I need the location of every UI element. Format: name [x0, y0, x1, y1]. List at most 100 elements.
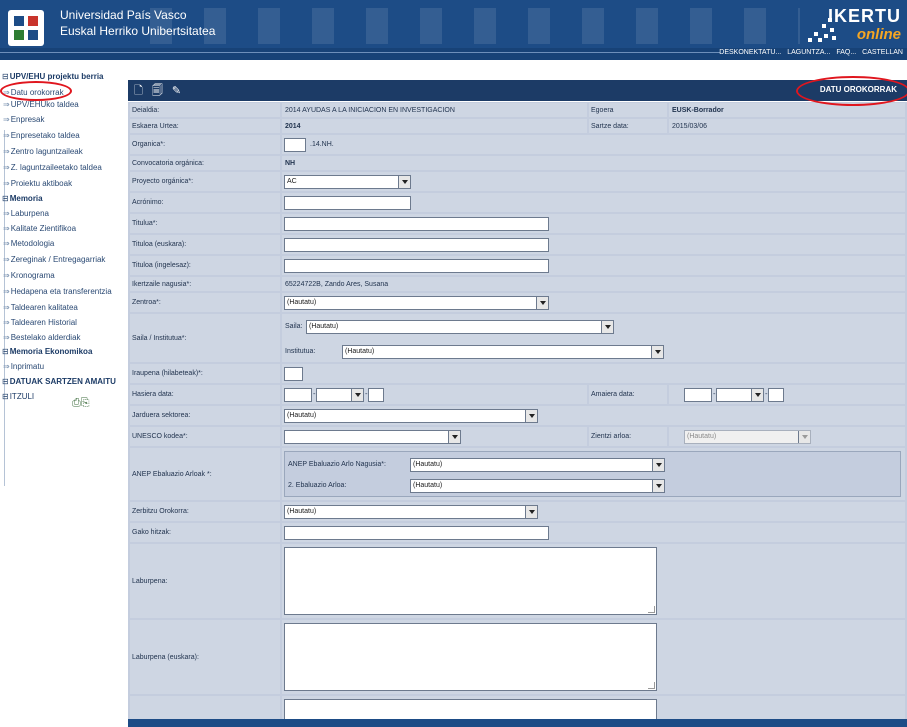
- acronimo-input[interactable]: [284, 196, 411, 210]
- laburpena-eu-textarea[interactable]: [284, 623, 657, 691]
- proyecto-select[interactable]: AC: [284, 175, 411, 189]
- print-icon[interactable]: ⎙⎘: [72, 397, 90, 410]
- sidebar-group-project[interactable]: UPV/EHU projektu berria: [2, 72, 104, 81]
- proyecto-select-value: AC: [287, 178, 297, 185]
- row-gako: Gako hitzak:: [130, 523, 905, 542]
- zentroa-select[interactable]: (Hautatu): [284, 296, 549, 310]
- general-data-form: Deialdia: 2014 AYUDAS A LA INICIACION EN…: [128, 102, 907, 727]
- unesco-select[interactable]: [284, 430, 461, 444]
- header-banner: Universidad País Vasco Euskal Herriko Un…: [0, 0, 907, 60]
- link-disconnect[interactable]: DESKONEKTATU...: [719, 49, 781, 56]
- institutua-select[interactable]: (Hautatu): [342, 345, 664, 359]
- page-root: Universidad País Vasco Euskal Herriko Un…: [0, 0, 907, 727]
- zientzi-select-value: (Hautatu): [687, 433, 717, 440]
- edit-icon[interactable]: ✎: [172, 84, 181, 97]
- new-doc-icon[interactable]: 🗋: [134, 84, 143, 97]
- label-proyecto: Proyecto orgánica*:: [130, 172, 280, 191]
- toolbar: 🗋 🗐 ✎ DATU OROKORRAK: [128, 80, 907, 101]
- value-sartze-data: 2015/03/06: [669, 119, 905, 133]
- amaiera-day-input[interactable]: [684, 388, 712, 402]
- amaiera-year-input[interactable]: [768, 388, 784, 402]
- titulua-input[interactable]: [284, 217, 549, 231]
- sidebar-item-kalitate[interactable]: Kalitate Zientifikoa: [3, 224, 76, 233]
- anep-nagusia-select[interactable]: (Hautatu): [410, 458, 665, 472]
- amaiera-month-select[interactable]: [716, 388, 764, 402]
- anep-2-label: 2. Ebaluazio Arloa:: [288, 482, 347, 489]
- brand-title: IKERTU: [828, 6, 901, 26]
- sidebar-group-memoria[interactable]: Memoria: [2, 194, 43, 203]
- sidebar-item-hedapena[interactable]: Hedapena eta transferentzia: [3, 287, 112, 296]
- row-deialdia: Deialdia: 2014 AYUDAS A LA INICIACION EN…: [130, 103, 905, 117]
- save-doc-icon[interactable]: 🗐: [152, 84, 163, 97]
- label-zentroa: Zentroa*:: [130, 293, 280, 312]
- zerbitzu-select-value: (Hautatu): [287, 508, 317, 515]
- sidebar-item-kronograma[interactable]: Kronograma: [3, 271, 55, 280]
- label-iraupena: Iraupena (hilabeteak)*:: [130, 364, 280, 383]
- anep-2-select[interactable]: (Hautatu): [410, 479, 665, 493]
- sidebar-group-datuak-sartzen[interactable]: DATUAK SARTZEN AMAITU: [2, 377, 116, 386]
- hasiera-day-input[interactable]: [284, 388, 312, 402]
- chevron-down-icon: [525, 506, 537, 518]
- chevron-down-icon: [525, 410, 537, 422]
- jarduera-select[interactable]: (Hautatu): [284, 409, 538, 423]
- row-laburpena: Laburpena:: [130, 544, 905, 618]
- label-titulua: Titulua*:: [130, 214, 280, 233]
- row-anep: ANEP Ebaluazio Arloak *: ANEP Ebaluazio …: [130, 448, 905, 500]
- label-organica: Organica*:: [130, 135, 280, 154]
- zerbitzu-select[interactable]: (Hautatu): [284, 505, 538, 519]
- iraupena-input[interactable]: [284, 367, 303, 381]
- zientzi-select[interactable]: (Hautatu): [684, 430, 811, 444]
- sidebar-item-laburpena[interactable]: Laburpena: [3, 209, 49, 218]
- gako-input[interactable]: [284, 526, 549, 540]
- laburpena-textarea[interactable]: [284, 547, 657, 615]
- chevron-down-icon: [398, 176, 410, 188]
- toolbar-icons: 🗋 🗐 ✎: [134, 82, 190, 101]
- sidebar-item-z-laguntzaileetako[interactable]: Z. laguntzaileetako taldea: [3, 163, 102, 172]
- link-language[interactable]: CASTELLAN: [862, 49, 903, 56]
- row-organica: Organica*: .14.NH.: [130, 135, 905, 154]
- sidebar-item-zentro-laguntzaileak[interactable]: Zentro laguntzaileak: [3, 147, 83, 156]
- sidebar-item-proiektu-aktiboak[interactable]: Proiektu aktiboak: [3, 179, 72, 188]
- sidebar-itzuli[interactable]: ITZULI: [2, 392, 34, 401]
- sidebar-item-enpresetako-taldea[interactable]: Enpresetako taldea: [3, 131, 80, 140]
- label-tituloa-eu: Tituloa (euskara):: [130, 235, 280, 254]
- anep-2-value: (Hautatu): [413, 482, 443, 489]
- sidebar-item-taldearen-kalitatea[interactable]: Taldearen kalitatea: [3, 303, 78, 312]
- link-help[interactable]: LAGUNTZA...: [787, 49, 830, 56]
- sidebar-item-inprimatu[interactable]: Inprimatu: [3, 362, 44, 371]
- sidebar-item-metodologia[interactable]: Metodologia: [3, 239, 55, 248]
- chevron-down-icon: [798, 431, 810, 443]
- sidebar-group-memoria-ekonomikoa[interactable]: Memoria Ekonomikoa: [2, 347, 93, 356]
- anep-nagusia-label: ANEP Ebaluazio Arlo Nagusia*:: [288, 461, 386, 468]
- label-gako: Gako hitzak:: [130, 523, 280, 542]
- sidebar-item-taldearen-historial[interactable]: Taldearen Historial: [3, 318, 77, 327]
- label-acronimo: Acrónimo:: [130, 193, 280, 212]
- sidebar-item-bestelako[interactable]: Bestelako alderdiak: [3, 333, 81, 342]
- row-titulua: Titulua*:: [130, 214, 905, 233]
- label-amaiera: Amaiera data:: [589, 385, 667, 404]
- sidebar-item-upv-taldea[interactable]: UPV/EHUko taldea: [3, 100, 79, 109]
- chevron-down-icon: [751, 389, 763, 401]
- hasiera-year-input[interactable]: [368, 388, 384, 402]
- link-faq[interactable]: FAQ...: [836, 49, 856, 56]
- university-logo-icon: [8, 10, 44, 46]
- organica-input[interactable]: [284, 138, 306, 152]
- label-egoera: Egoera: [589, 103, 667, 117]
- row-tituloa-en: Tituloa (ingelesaz):: [130, 256, 905, 275]
- label-jarduera: Jarduera sektorea:: [130, 406, 280, 425]
- sidebar-item-datu-orokorrak[interactable]: Datu orokorrak: [3, 88, 64, 97]
- banner-pattern: [150, 8, 800, 44]
- sidebar-item-zereginak[interactable]: Zereginak / Entregagarriak: [3, 255, 106, 264]
- top-links: DESKONEKTATU... LAGUNTZA... FAQ... CASTE…: [715, 49, 903, 56]
- tituloa-eu-input[interactable]: [284, 238, 549, 252]
- tituloa-en-input[interactable]: [284, 259, 549, 273]
- hasiera-month-select[interactable]: [316, 388, 364, 402]
- sidebar-item-enpresak[interactable]: Enpresak: [3, 115, 45, 124]
- organica-cell: [282, 135, 905, 154]
- chevron-down-icon: [652, 480, 664, 492]
- label-saila: Saila / Institutua*:: [130, 314, 280, 362]
- value-deialdia: 2014 AYUDAS A LA INICIACION EN INVESTIGA…: [282, 103, 587, 117]
- saila-select[interactable]: (Hautatu): [306, 320, 614, 334]
- label-zientzi: Zientzi arloa:: [589, 427, 667, 446]
- main-panel: 🗋 🗐 ✎ DATU OROKORRAK Deialdia: 2014 AYUDAS…: [128, 60, 907, 727]
